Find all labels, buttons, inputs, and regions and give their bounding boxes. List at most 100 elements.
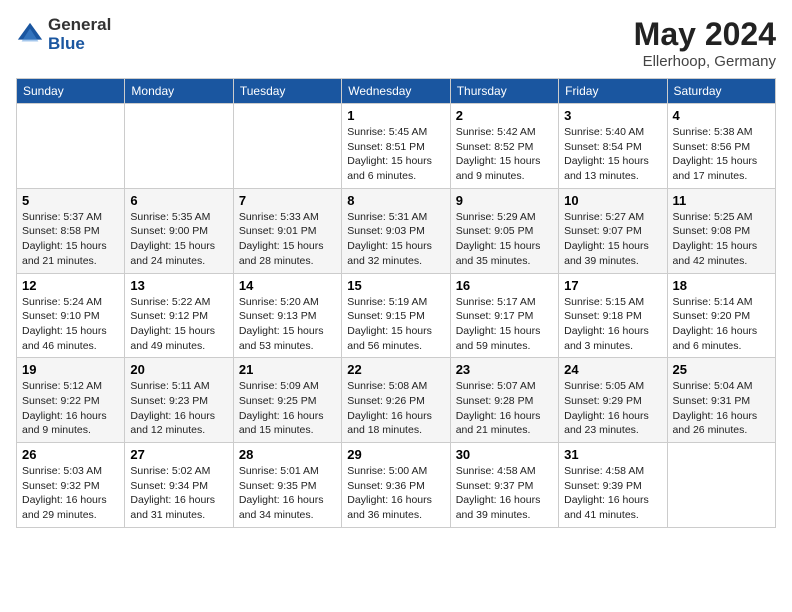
day-number: 28 <box>239 447 336 462</box>
day-number: 10 <box>564 193 661 208</box>
day-info: Sunrise: 5:14 AM Sunset: 9:20 PM Dayligh… <box>673 295 770 354</box>
calendar-week-row: 19 Sunrise: 5:12 AM Sunset: 9:22 PM Dayli… <box>17 358 776 443</box>
day-info: Sunrise: 5:12 AM Sunset: 9:22 PM Dayligh… <box>22 379 119 438</box>
calendar-cell: 20Sunrise: 5:11 AM Sunset: 9:23 PM Dayli… <box>125 358 233 443</box>
calendar-cell <box>233 104 341 189</box>
day-number: 17 <box>564 278 661 293</box>
calendar-cell: 12 Sunrise: 5:24 AM Sunset: 9:10 PM Dayli… <box>17 273 125 358</box>
calendar-cell: 29Sunrise: 5:00 AM Sunset: 9:36 PM Dayli… <box>342 443 450 528</box>
day-info: Sunrise: 5:02 AM Sunset: 9:34 PM Dayligh… <box>130 464 227 523</box>
day-number: 21 <box>239 362 336 377</box>
calendar-cell: 7Sunrise: 5:33 AM Sunset: 9:01 PM Daylig… <box>233 188 341 273</box>
day-number: 18 <box>673 278 770 293</box>
calendar-cell: 26Sunrise: 5:03 AM Sunset: 9:32 PM Dayli… <box>17 443 125 528</box>
day-info: Sunrise: 5:09 AM Sunset: 9:25 PM Dayligh… <box>239 379 336 438</box>
day-info: Sunrise: 5:04 AM Sunset: 9:31 PM Dayligh… <box>673 379 770 438</box>
day-info: Sunrise: 5:07 AM Sunset: 9:28 PM Dayligh… <box>456 379 553 438</box>
calendar-cell: 31Sunrise: 4:58 AM Sunset: 9:39 PM Dayli… <box>559 443 667 528</box>
day-info: Sunrise: 5:40 AM Sunset: 8:54 PM Dayligh… <box>564 125 661 184</box>
calendar-cell: 8 Sunrise: 5:31 AM Sunset: 9:03 PM Daylig… <box>342 188 450 273</box>
calendar-header-row: SundayMondayTuesdayWednesdayThursdayFrid… <box>17 79 776 104</box>
day-info: Sunrise: 5:35 AM Sunset: 9:00 PM Dayligh… <box>130 210 227 269</box>
day-number: 30 <box>456 447 553 462</box>
day-number: 24 <box>564 362 661 377</box>
day-info: Sunrise: 5:42 AM Sunset: 8:52 PM Dayligh… <box>456 125 553 184</box>
day-number: 13 <box>130 278 227 293</box>
day-number: 26 <box>22 447 119 462</box>
calendar-cell: 3Sunrise: 5:40 AM Sunset: 8:54 PM Daylig… <box>559 104 667 189</box>
day-info: Sunrise: 5:25 AM Sunset: 9:08 PM Dayligh… <box>673 210 770 269</box>
day-number: 8 <box>347 193 444 208</box>
title-block: May 2024 Ellerhoop, Germany <box>634 16 776 70</box>
calendar-cell: 19 Sunrise: 5:12 AM Sunset: 9:22 PM Dayli… <box>17 358 125 443</box>
logo-icon <box>16 21 44 49</box>
location: Ellerhoop, Germany <box>634 53 776 70</box>
calendar: SundayMondayTuesdayWednesdayThursdayFrid… <box>16 78 776 528</box>
day-info: Sunrise: 5:08 AM Sunset: 9:26 PM Dayligh… <box>347 379 444 438</box>
day-info: Sunrise: 5:01 AM Sunset: 9:35 PM Dayligh… <box>239 464 336 523</box>
day-number: 2 <box>456 108 553 123</box>
calendar-cell: 2 Sunrise: 5:42 AM Sunset: 8:52 PM Daylig… <box>450 104 558 189</box>
day-number: 19 <box>22 362 119 377</box>
day-info: Sunrise: 5:31 AM Sunset: 9:03 PM Dayligh… <box>347 210 444 269</box>
day-number: 23 <box>456 362 553 377</box>
logo-blue: Blue <box>48 35 111 54</box>
calendar-cell <box>667 443 775 528</box>
calendar-cell: 17 Sunrise: 5:15 AM Sunset: 9:18 PM Dayli… <box>559 273 667 358</box>
day-info: Sunrise: 5:20 AM Sunset: 9:13 PM Dayligh… <box>239 295 336 354</box>
weekday-header: Tuesday <box>233 79 341 104</box>
day-number: 1 <box>347 108 444 123</box>
month-title: May 2024 <box>634 16 776 53</box>
calendar-cell <box>125 104 233 189</box>
weekday-header: Monday <box>125 79 233 104</box>
calendar-cell: 18 Sunrise: 5:14 AM Sunset: 9:20 PM Dayli… <box>667 273 775 358</box>
calendar-cell: 13Sunrise: 5:22 AM Sunset: 9:12 PM Dayli… <box>125 273 233 358</box>
day-info: Sunrise: 5:37 AM Sunset: 8:58 PM Dayligh… <box>22 210 119 269</box>
calendar-week-row: 1Sunrise: 5:45 AM Sunset: 8:51 PM Daylig… <box>17 104 776 189</box>
day-info: Sunrise: 5:38 AM Sunset: 8:56 PM Dayligh… <box>673 125 770 184</box>
calendar-cell: 22Sunrise: 5:08 AM Sunset: 9:26 PM Dayli… <box>342 358 450 443</box>
weekday-header: Wednesday <box>342 79 450 104</box>
day-info: Sunrise: 5:19 AM Sunset: 9:15 PM Dayligh… <box>347 295 444 354</box>
calendar-week-row: 26Sunrise: 5:03 AM Sunset: 9:32 PM Dayli… <box>17 443 776 528</box>
calendar-cell: 9 Sunrise: 5:29 AM Sunset: 9:05 PM Daylig… <box>450 188 558 273</box>
day-number: 7 <box>239 193 336 208</box>
day-info: Sunrise: 5:29 AM Sunset: 9:05 PM Dayligh… <box>456 210 553 269</box>
day-info: Sunrise: 5:00 AM Sunset: 9:36 PM Dayligh… <box>347 464 444 523</box>
day-info: Sunrise: 5:24 AM Sunset: 9:10 PM Dayligh… <box>22 295 119 354</box>
calendar-cell: 15 Sunrise: 5:19 AM Sunset: 9:15 PM Dayli… <box>342 273 450 358</box>
calendar-cell: 16Sunrise: 5:17 AM Sunset: 9:17 PM Dayli… <box>450 273 558 358</box>
weekday-header: Saturday <box>667 79 775 104</box>
calendar-cell: 30 Sunrise: 4:58 AM Sunset: 9:37 PM Dayli… <box>450 443 558 528</box>
day-info: Sunrise: 5:27 AM Sunset: 9:07 PM Dayligh… <box>564 210 661 269</box>
day-info: Sunrise: 4:58 AM Sunset: 9:37 PM Dayligh… <box>456 464 553 523</box>
day-number: 15 <box>347 278 444 293</box>
calendar-cell: 28 Sunrise: 5:01 AM Sunset: 9:35 PM Dayli… <box>233 443 341 528</box>
weekday-header: Friday <box>559 79 667 104</box>
day-info: Sunrise: 5:11 AM Sunset: 9:23 PM Dayligh… <box>130 379 227 438</box>
calendar-cell: 10 Sunrise: 5:27 AM Sunset: 9:07 PM Dayli… <box>559 188 667 273</box>
calendar-cell: 14 Sunrise: 5:20 AM Sunset: 9:13 PM Dayli… <box>233 273 341 358</box>
day-number: 9 <box>456 193 553 208</box>
calendar-cell: 1Sunrise: 5:45 AM Sunset: 8:51 PM Daylig… <box>342 104 450 189</box>
day-number: 25 <box>673 362 770 377</box>
day-number: 14 <box>239 278 336 293</box>
day-number: 4 <box>673 108 770 123</box>
calendar-cell <box>17 104 125 189</box>
day-info: Sunrise: 5:05 AM Sunset: 9:29 PM Dayligh… <box>564 379 661 438</box>
calendar-week-row: 5 Sunrise: 5:37 AM Sunset: 8:58 PM Daylig… <box>17 188 776 273</box>
calendar-cell: 25 Sunrise: 5:04 AM Sunset: 9:31 PM Dayli… <box>667 358 775 443</box>
day-info: Sunrise: 5:17 AM Sunset: 9:17 PM Dayligh… <box>456 295 553 354</box>
day-number: 5 <box>22 193 119 208</box>
calendar-cell: 23 Sunrise: 5:07 AM Sunset: 9:28 PM Dayli… <box>450 358 558 443</box>
day-number: 31 <box>564 447 661 462</box>
calendar-cell: 21 Sunrise: 5:09 AM Sunset: 9:25 PM Dayli… <box>233 358 341 443</box>
calendar-cell: 5 Sunrise: 5:37 AM Sunset: 8:58 PM Daylig… <box>17 188 125 273</box>
calendar-cell: 11Sunrise: 5:25 AM Sunset: 9:08 PM Dayli… <box>667 188 775 273</box>
day-number: 27 <box>130 447 227 462</box>
calendar-cell: 6Sunrise: 5:35 AM Sunset: 9:00 PM Daylig… <box>125 188 233 273</box>
calendar-cell: 27 Sunrise: 5:02 AM Sunset: 9:34 PM Dayli… <box>125 443 233 528</box>
day-info: Sunrise: 5:15 AM Sunset: 9:18 PM Dayligh… <box>564 295 661 354</box>
day-number: 12 <box>22 278 119 293</box>
calendar-week-row: 12 Sunrise: 5:24 AM Sunset: 9:10 PM Dayli… <box>17 273 776 358</box>
